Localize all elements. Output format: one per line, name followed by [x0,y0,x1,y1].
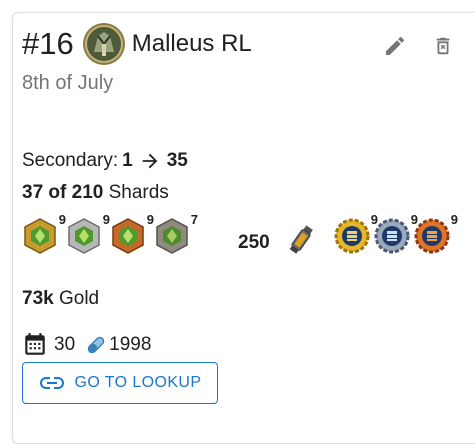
shards-amount: 37 of 210 [22,182,104,203]
coin-count: 9 [450,212,458,227]
champion-title-row: #16 Malleus RL [22,22,252,66]
secondary-to: 35 [166,150,188,171]
crystal-item: 9 [22,212,66,256]
shards-progress: 37 of 210 Shards [22,182,169,204]
stats-row: 30 1998 [22,332,151,358]
gold-amount: 73k Gold [22,288,99,310]
rank-label: #16 [22,26,74,61]
green-gold-crystal-icon [24,218,56,254]
pill-icon [87,336,105,354]
days-value: 30 [54,334,76,355]
date-label: 8th of July [22,72,114,94]
arrow-right-icon [142,153,158,169]
coin-item: 9 [374,212,418,256]
delete-trash-icon[interactable] [432,34,454,58]
crystal-count: 9 [102,212,110,227]
go-to-lookup-button[interactable]: GO TO LOOKUP [22,362,218,404]
resources-row: 9 9 9 7 250 9 9 9 [22,212,462,260]
green-iron-crystal-icon [156,218,188,254]
calendar-icon [25,333,45,355]
lookup-button-label: GO TO LOOKUP [74,374,202,391]
secondary-from: 1 [122,150,133,171]
secondary-label: Secondary: [22,150,119,171]
green-bronze-crystal-icon [112,218,144,254]
orange-gear-coin-icon [414,218,450,254]
coin-item: 9 [414,212,458,256]
link-icon [39,377,64,389]
potion-vial-icon [289,225,313,254]
crystal-item: 9 [110,212,154,256]
gold-label: Gold [58,288,100,309]
crystal-item: 7 [154,212,198,256]
gold-value: 73k [22,288,54,309]
shards-label: Shards [108,182,169,203]
champion-name: Malleus RL [131,30,252,57]
crystal-count: 7 [190,212,198,227]
edit-pencil-icon[interactable] [383,34,407,58]
green-silver-crystal-icon [68,218,100,254]
blue-gear-coin-icon [374,218,410,254]
pills-value: 1998 [109,334,152,355]
crystal-count: 9 [146,212,154,227]
crystal-item: 9 [66,212,110,256]
token-amount: 250 [238,232,270,253]
coin-item: 9 [334,212,378,256]
gold-gear-coin-icon [334,218,370,254]
crystal-count: 9 [58,212,66,227]
champion-portrait-icon [82,23,125,65]
secondary-progress: Secondary: 1 35 [22,150,188,172]
